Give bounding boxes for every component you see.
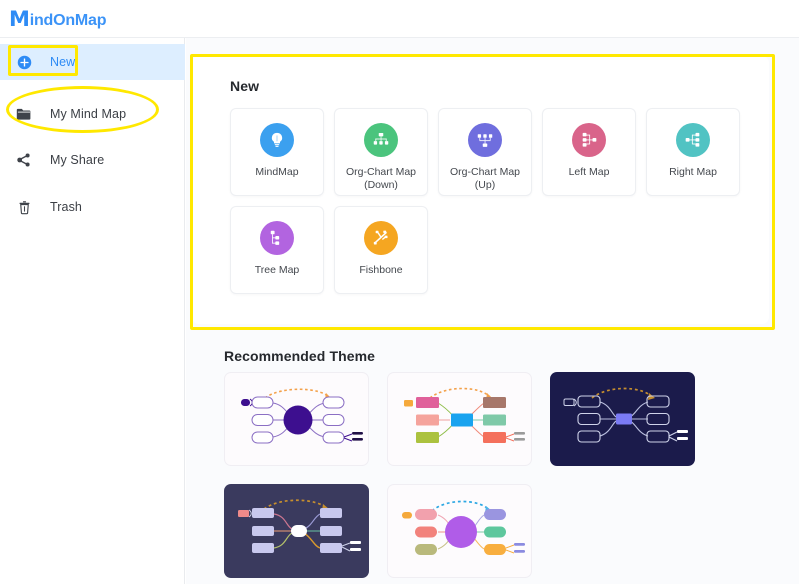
folder-icon: [14, 104, 34, 124]
template-card-org-chart-up[interactable]: Org-Chart Map (Up): [438, 108, 532, 196]
sidebar-item-my-share-label: My Share: [50, 153, 105, 167]
org-chart-up-icon: [468, 123, 502, 157]
template-card-label: Right Map: [669, 166, 717, 178]
org-chart-down-icon: [364, 123, 398, 157]
theme-card-purple-light[interactable]: [387, 484, 532, 578]
template-card-label: MindMap: [255, 166, 299, 178]
app-logo[interactable]: MindOnMap: [9, 6, 107, 31]
tree-map-icon: [260, 221, 294, 255]
theme-card-violet-light[interactable]: [224, 372, 369, 466]
theme-grid: [224, 372, 744, 578]
template-card-right-map[interactable]: Right Map: [646, 108, 740, 196]
sidebar-item-my-share[interactable]: My Share: [0, 142, 185, 178]
template-card-label: Fishbone: [359, 264, 403, 276]
template-card-tree-map[interactable]: Tree Map: [230, 206, 324, 294]
trash-icon: [14, 197, 34, 217]
sidebar: New My Mind Map My Share Trash: [0, 38, 185, 584]
logo-mark: M: [9, 6, 30, 31]
theme-card-colorful[interactable]: [387, 372, 532, 466]
left-map-icon: [572, 123, 606, 157]
template-card-org-chart-down[interactable]: Org-Chart Map (Down): [334, 108, 428, 196]
sidebar-item-new-label: New: [50, 55, 76, 69]
template-card-grid: MindMap Org-Chart Map (Down) Org-Chart M…: [230, 108, 740, 294]
sidebar-item-trash-label: Trash: [50, 200, 82, 214]
right-map-icon: [676, 123, 710, 157]
new-section-title: New: [230, 78, 260, 94]
template-card-left-map[interactable]: Left Map: [542, 108, 636, 196]
template-card-label: Org-Chart Map (Down): [345, 166, 417, 191]
new-templates-panel: New MindMap Org-Chart Map (Down) Org-Cha…: [192, 56, 769, 324]
sidebar-item-trash[interactable]: Trash: [0, 189, 185, 225]
template-card-mindmap[interactable]: MindMap: [230, 108, 324, 196]
theme-card-navy[interactable]: [550, 372, 695, 466]
main-content: New MindMap Org-Chart Map (Down) Org-Cha…: [186, 38, 799, 584]
fishbone-icon: [364, 221, 398, 255]
template-card-label: Tree Map: [254, 264, 300, 276]
template-card-label: Org-Chart Map (Up): [449, 166, 521, 191]
logo-text: indOnMap: [29, 11, 107, 29]
sidebar-item-my-mind-map-label: My Mind Map: [50, 107, 127, 121]
template-card-fishbone[interactable]: Fishbone: [334, 206, 428, 294]
sidebar-item-my-mind-map[interactable]: My Mind Map: [0, 96, 185, 132]
sidebar-item-new[interactable]: New: [0, 44, 185, 80]
recommended-theme-title: Recommended Theme: [224, 348, 376, 364]
theme-card-slate[interactable]: [224, 484, 369, 578]
template-card-label: Left Map: [568, 166, 610, 178]
app-root: MindOnMap New My Mind Map My Share Trash…: [0, 0, 799, 584]
plus-circle-icon: [14, 52, 34, 72]
share-icon: [14, 150, 34, 170]
app-header: MindOnMap: [0, 0, 799, 38]
lightbulb-icon: [260, 123, 294, 157]
